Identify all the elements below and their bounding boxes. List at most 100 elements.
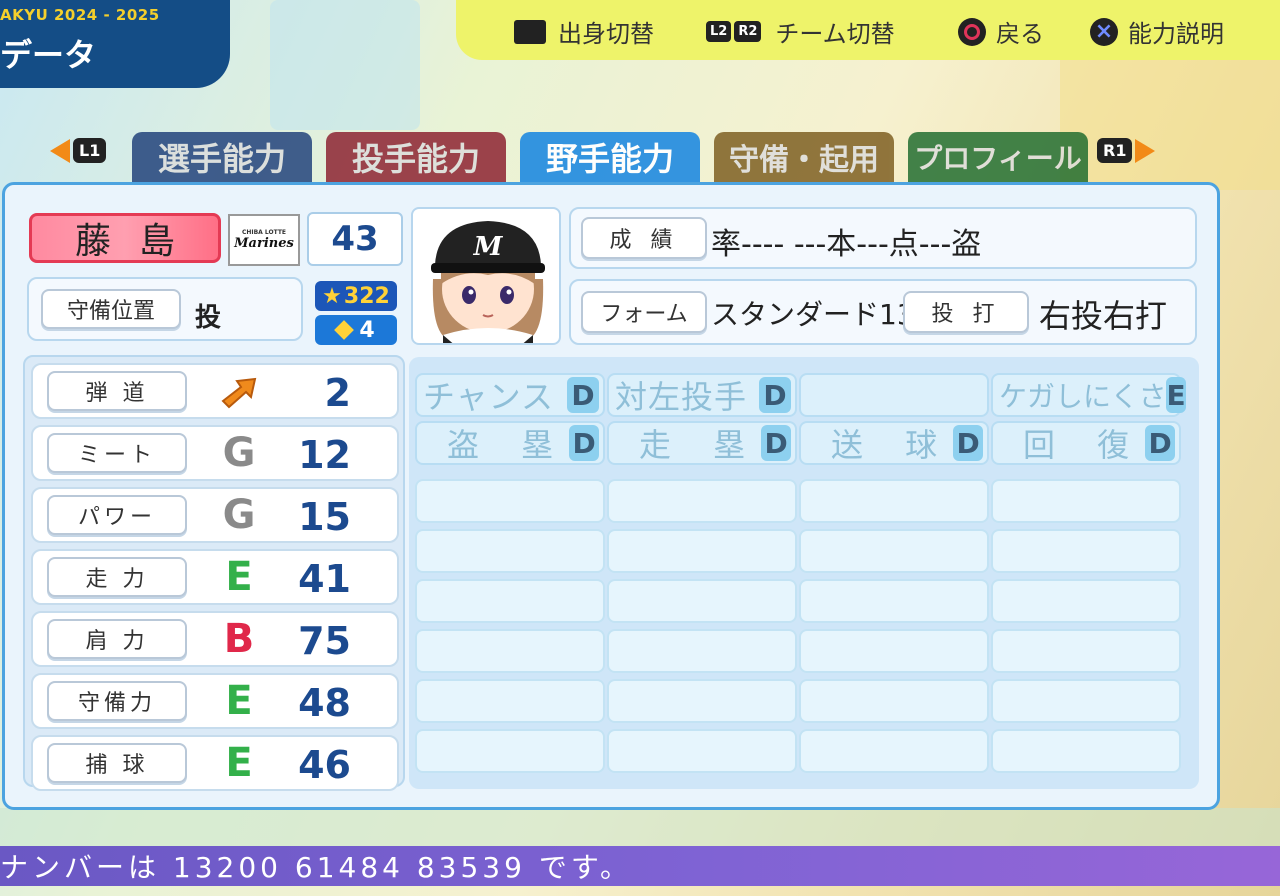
ability-slot[interactable] xyxy=(607,529,797,573)
button-hint-bar: 出身切替 L2 R2 チーム切替 戻る × 能力説明 xyxy=(456,0,1280,60)
stat-label: パワー xyxy=(47,495,187,535)
stat-grade: E xyxy=(225,740,253,786)
ability-slot[interactable] xyxy=(799,529,989,573)
l2-key-icon: L2 xyxy=(706,21,732,42)
ability-slot[interactable] xyxy=(415,479,605,523)
team-logo: CHIBA LOTTE Marines xyxy=(228,214,300,266)
stat-label: 弾 道 xyxy=(47,371,187,411)
ability-slot[interactable] xyxy=(415,579,605,623)
tab-pitcher-abilities[interactable]: 投手能力 xyxy=(326,132,506,182)
ability-vs-lefty[interactable]: 対左投手 D xyxy=(607,373,797,417)
footer-message: ナンバーは 13200 61484 83539 です。 xyxy=(0,851,633,884)
ability-slot[interactable] xyxy=(991,529,1181,573)
stat-grade: E xyxy=(225,554,253,600)
stat-fielding[interactable]: 守備力 E 48 xyxy=(31,673,399,729)
ability-slot[interactable] xyxy=(415,729,605,773)
ability-grade: D xyxy=(761,425,791,461)
trajectory-arrow-icon xyxy=(219,369,259,413)
stat-value: 2 xyxy=(324,371,351,415)
stat-speed[interactable]: 走 力 E 41 xyxy=(31,549,399,605)
ability-throwing[interactable]: 送 球 D xyxy=(799,421,989,465)
ability-slot[interactable] xyxy=(607,479,797,523)
tab-next[interactable]: R1 xyxy=(1094,138,1156,163)
ability-slot[interactable] xyxy=(799,479,989,523)
ability-slot[interactable] xyxy=(415,529,605,573)
ability-recovery[interactable]: 回 復 D xyxy=(991,421,1181,465)
ability-slot[interactable] xyxy=(991,729,1181,773)
ability-slot[interactable] xyxy=(991,629,1181,673)
tab-profile[interactable]: プロフィール xyxy=(908,132,1088,182)
ability-injury-resistance[interactable]: ケガしにくさ E xyxy=(991,373,1186,417)
tab-defense-usage[interactable]: 守備・起用 xyxy=(714,132,894,182)
team-logo-region: CHIBA LOTTE xyxy=(241,229,287,236)
stat-value: 12 xyxy=(298,433,351,477)
stat-value: 15 xyxy=(298,495,351,539)
svg-text:M: M xyxy=(473,232,504,262)
screen-title: データ xyxy=(0,36,97,74)
player-avatar: M xyxy=(411,207,561,345)
star-rating: ★ 322 xyxy=(315,281,397,311)
special-abilities-grid: チャンス D 対左投手 D ケガしにくさ E 盗 塁 D 走 塁 D 送 球 D… xyxy=(409,357,1199,789)
hint-back-label: 戻る xyxy=(996,20,1044,48)
ability-slot[interactable] xyxy=(415,629,605,673)
tab-player-abilities[interactable]: 選手能力 xyxy=(132,132,312,182)
ability-slot[interactable] xyxy=(607,629,797,673)
ability-stealing[interactable]: 盗 塁 D xyxy=(415,421,605,465)
background-art-left xyxy=(270,0,420,130)
ability-name: 盗 塁 xyxy=(447,426,570,464)
stat-value: 48 xyxy=(298,681,351,725)
series-title: AKYU 2024 - 2025 xyxy=(0,6,160,24)
bat-value: 右投右打 xyxy=(1039,297,1168,335)
ability-slot[interactable] xyxy=(991,679,1181,723)
ability-baserunning[interactable]: 走 塁 D xyxy=(607,421,797,465)
hint-origin-toggle-label: 出身切替 xyxy=(558,20,654,48)
stat-catching[interactable]: 捕 球 E 46 xyxy=(31,735,399,791)
stat-trajectory[interactable]: 弾 道 2 xyxy=(31,363,399,419)
ability-slot[interactable] xyxy=(799,629,989,673)
diamond-rating-value: 4 xyxy=(359,317,375,343)
ability-slot[interactable] xyxy=(799,679,989,723)
record-label: 成 績 xyxy=(581,217,707,259)
ability-slot[interactable] xyxy=(607,729,797,773)
footer-message-bar: ナンバーは 13200 61484 83539 です。 xyxy=(0,846,1280,886)
position-value: 投 xyxy=(195,303,222,333)
ability-name: 走 塁 xyxy=(639,426,762,464)
ability-grade: D xyxy=(569,425,599,461)
tab-fielder-abilities[interactable]: 野手能力 xyxy=(520,132,700,182)
ability-slot[interactable] xyxy=(607,579,797,623)
ability-grade: E xyxy=(1166,377,1186,413)
ability-chance[interactable]: チャンス D xyxy=(415,373,605,417)
ability-name: ケガしにくさ xyxy=(999,380,1167,413)
stat-grade: E xyxy=(225,678,253,724)
stat-arm[interactable]: 肩 力 B 75 xyxy=(31,611,399,667)
ability-slot[interactable] xyxy=(991,479,1181,523)
hint-back[interactable]: 戻る xyxy=(958,14,1044,49)
hint-origin-toggle[interactable]: 出身切替 xyxy=(514,14,654,49)
hint-team-toggle[interactable]: L2 R2 チーム切替 xyxy=(706,14,895,49)
stat-contact[interactable]: ミート G 12 xyxy=(31,425,399,481)
ability-slot[interactable] xyxy=(415,679,605,723)
hint-ability-explain[interactable]: × 能力説明 xyxy=(1090,14,1224,49)
ability-slot[interactable] xyxy=(991,579,1181,623)
ability-empty-slot[interactable] xyxy=(799,373,989,417)
stat-label: ミート xyxy=(47,433,187,473)
cross-button-icon: × xyxy=(1090,17,1118,46)
player-name: 藤島 xyxy=(29,213,221,263)
star-rating-value: 322 xyxy=(343,283,390,309)
ability-name: 回 復 xyxy=(1023,426,1146,464)
stat-value: 41 xyxy=(298,557,351,601)
stat-label: 捕 球 xyxy=(47,743,187,783)
tab-bar: 選手能力 投手能力 野手能力 守備・起用 プロフィール xyxy=(0,132,1280,182)
ability-slot[interactable] xyxy=(607,679,797,723)
ability-name: チャンス xyxy=(423,378,555,416)
diamond-rating: 4 xyxy=(315,315,397,345)
stat-grade: G xyxy=(222,430,256,476)
r1-key-icon: R1 xyxy=(1097,138,1133,163)
ability-slot[interactable] xyxy=(799,729,989,773)
stat-power[interactable]: パワー G 15 xyxy=(31,487,399,543)
ability-slot[interactable] xyxy=(799,579,989,623)
ability-grade: D xyxy=(1145,425,1175,461)
stat-label: 肩 力 xyxy=(47,619,187,659)
stat-label: 走 力 xyxy=(47,557,187,597)
touchpad-icon xyxy=(514,19,546,44)
